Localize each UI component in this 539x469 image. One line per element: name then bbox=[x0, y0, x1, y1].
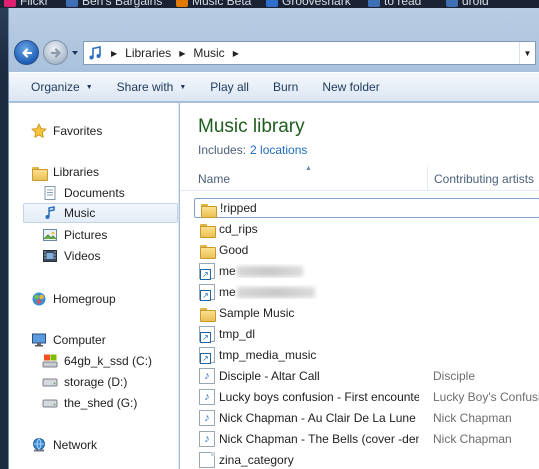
library-title: Music library bbox=[198, 116, 305, 137]
organize-button[interactable]: Organize ▼ bbox=[19, 74, 105, 100]
bookmark-droid[interactable]: droid bbox=[446, 0, 489, 8]
explorer-window: ▶ Libraries ▶ Music ▶ ▼ Organize ▼ Share … bbox=[8, 8, 539, 469]
list-item[interactable]: ♪ Lucky boys confusion - First encounter… bbox=[194, 387, 539, 407]
new-folder-button[interactable]: New folder bbox=[310, 74, 391, 100]
bookmark-flickr[interactable]: Flickr bbox=[4, 0, 49, 8]
folder-icon bbox=[200, 201, 217, 218]
list-item[interactable]: zina_category bbox=[194, 450, 539, 469]
music-file-icon: ♪ bbox=[199, 389, 215, 405]
back-arrow-icon bbox=[21, 47, 32, 58]
nav-drive-d[interactable]: storage (D:) bbox=[42, 372, 127, 392]
music-library-address-icon bbox=[84, 42, 106, 64]
bookmark-bens-bargains[interactable]: Ben's Bargains bbox=[66, 0, 162, 8]
nav-videos[interactable]: Videos bbox=[42, 246, 100, 266]
libraries-icon bbox=[31, 164, 48, 181]
nav-favorites[interactable]: Favorites bbox=[31, 121, 102, 141]
list-item[interactable]: ♪ Disciple - Altar Call Disciple bbox=[194, 366, 539, 386]
address-bar[interactable]: ▶ Libraries ▶ Music ▶ ▼ bbox=[83, 41, 536, 65]
pictures-icon bbox=[43, 229, 57, 241]
navigation-pane: Favorites Libraries Documents Music Pict… bbox=[9, 103, 179, 469]
nav-network[interactable]: Network bbox=[31, 435, 97, 455]
bookmark-icon bbox=[66, 0, 78, 7]
nav-homegroup[interactable]: Homegroup bbox=[31, 289, 116, 309]
computer-icon bbox=[32, 333, 46, 347]
list-item[interactable]: me bbox=[194, 282, 539, 302]
shortcut-icon bbox=[199, 284, 215, 301]
music-note-icon bbox=[45, 206, 55, 219]
chevron-right-icon[interactable]: ▶ bbox=[228, 49, 244, 58]
locations-link[interactable]: 2 locations bbox=[250, 143, 307, 157]
bookmark-icon bbox=[368, 0, 380, 7]
shortcut-icon bbox=[199, 347, 215, 364]
column-header-name[interactable]: Name bbox=[192, 167, 428, 191]
bookmark-music-beta[interactable]: Music Beta bbox=[176, 0, 251, 8]
redacted-text bbox=[236, 287, 315, 299]
chevron-right-icon[interactable]: ▶ bbox=[174, 49, 190, 58]
chevron-right-icon[interactable]: ▶ bbox=[106, 49, 122, 58]
nav-music[interactable]: Music bbox=[23, 203, 178, 223]
list-item[interactable]: tmp_dl bbox=[194, 324, 539, 344]
flickr-icon bbox=[4, 0, 16, 7]
list-item[interactable]: ♪ Nick Chapman - The Bells (cover -demo)… bbox=[194, 429, 539, 449]
list-item[interactable]: tmp_media_music bbox=[194, 345, 539, 365]
hard-drive-icon bbox=[42, 399, 58, 408]
videos-icon bbox=[43, 250, 57, 262]
nav-drive-g[interactable]: the_shed (G:) bbox=[42, 393, 137, 413]
command-bar: Organize ▼ Share with ▼ Play all Burn New … bbox=[9, 72, 539, 102]
bookmark-to-read[interactable]: to read bbox=[368, 0, 421, 8]
documents-icon bbox=[44, 186, 56, 200]
play-all-button[interactable]: Play all bbox=[198, 74, 261, 100]
nav-pictures[interactable]: Pictures bbox=[42, 225, 107, 245]
breadcrumb-music[interactable]: Music bbox=[190, 42, 227, 64]
column-header-contributing-artists[interactable]: Contributing artists bbox=[428, 167, 539, 191]
system-drive-icon bbox=[42, 354, 58, 368]
library-includes: Includes: 2 locations bbox=[198, 143, 308, 157]
list-item[interactable]: Good bbox=[194, 240, 539, 260]
address-row: ▶ Libraries ▶ Music ▶ ▼ bbox=[9, 38, 539, 68]
list-item[interactable]: !ripped bbox=[194, 198, 539, 218]
homegroup-icon bbox=[32, 292, 46, 306]
nav-drive-c[interactable]: 64gb_k_ssd (C:) bbox=[42, 351, 152, 371]
redacted-text bbox=[236, 266, 303, 278]
folder-icon bbox=[199, 242, 216, 259]
column-headers: Name Contributing artists bbox=[180, 167, 539, 191]
breadcrumb-libraries[interactable]: Libraries bbox=[122, 42, 174, 64]
star-icon bbox=[31, 123, 47, 139]
bookmark-grooveshark[interactable]: Grooveshark bbox=[266, 0, 351, 8]
folder-icon bbox=[199, 221, 216, 238]
list-item[interactable]: Sample Music bbox=[194, 303, 539, 323]
folder-icon bbox=[199, 305, 216, 322]
music-file-icon: ♪ bbox=[199, 410, 215, 426]
file-icon bbox=[199, 452, 215, 468]
shortcut-icon bbox=[199, 326, 215, 343]
network-icon bbox=[33, 438, 45, 452]
forward-button[interactable] bbox=[43, 40, 68, 65]
list-item[interactable]: cd_rips bbox=[194, 219, 539, 239]
music-file-icon: ♪ bbox=[199, 368, 215, 384]
music-beta-icon bbox=[176, 0, 188, 7]
recent-pages-dropdown-icon[interactable] bbox=[70, 48, 80, 58]
shortcut-icon bbox=[199, 263, 215, 280]
address-dropdown-icon[interactable]: ▼ bbox=[519, 42, 535, 64]
hard-drive-icon bbox=[42, 378, 58, 387]
list-item[interactable]: ♪ Nick Chapman - Au Clair De La Lune Nic… bbox=[194, 408, 539, 428]
nav-libraries[interactable]: Libraries bbox=[31, 162, 99, 182]
nav-computer[interactable]: Computer bbox=[31, 330, 106, 350]
chevron-down-icon: ▼ bbox=[85, 83, 93, 91]
window-frame: ▶ Libraries ▶ Music ▶ ▼ Organize ▼ Share … bbox=[0, 8, 539, 469]
bookmark-icon bbox=[446, 0, 458, 7]
forward-arrow-icon bbox=[50, 47, 61, 58]
grooveshark-icon bbox=[266, 0, 278, 7]
file-list-pane: Music library Includes: 2 locations ▲ Nam… bbox=[180, 103, 539, 469]
list-item[interactable]: me bbox=[194, 261, 539, 281]
back-button[interactable] bbox=[14, 40, 39, 65]
music-file-icon: ♪ bbox=[199, 431, 215, 447]
burn-button[interactable]: Burn bbox=[261, 74, 310, 100]
nav-documents[interactable]: Documents bbox=[42, 183, 125, 203]
chevron-down-icon: ▼ bbox=[179, 83, 187, 91]
bookmarks-bar: Flickr Ben's Bargains Music Beta Grooves… bbox=[0, 0, 539, 8]
share-with-button[interactable]: Share with ▼ bbox=[105, 74, 199, 100]
